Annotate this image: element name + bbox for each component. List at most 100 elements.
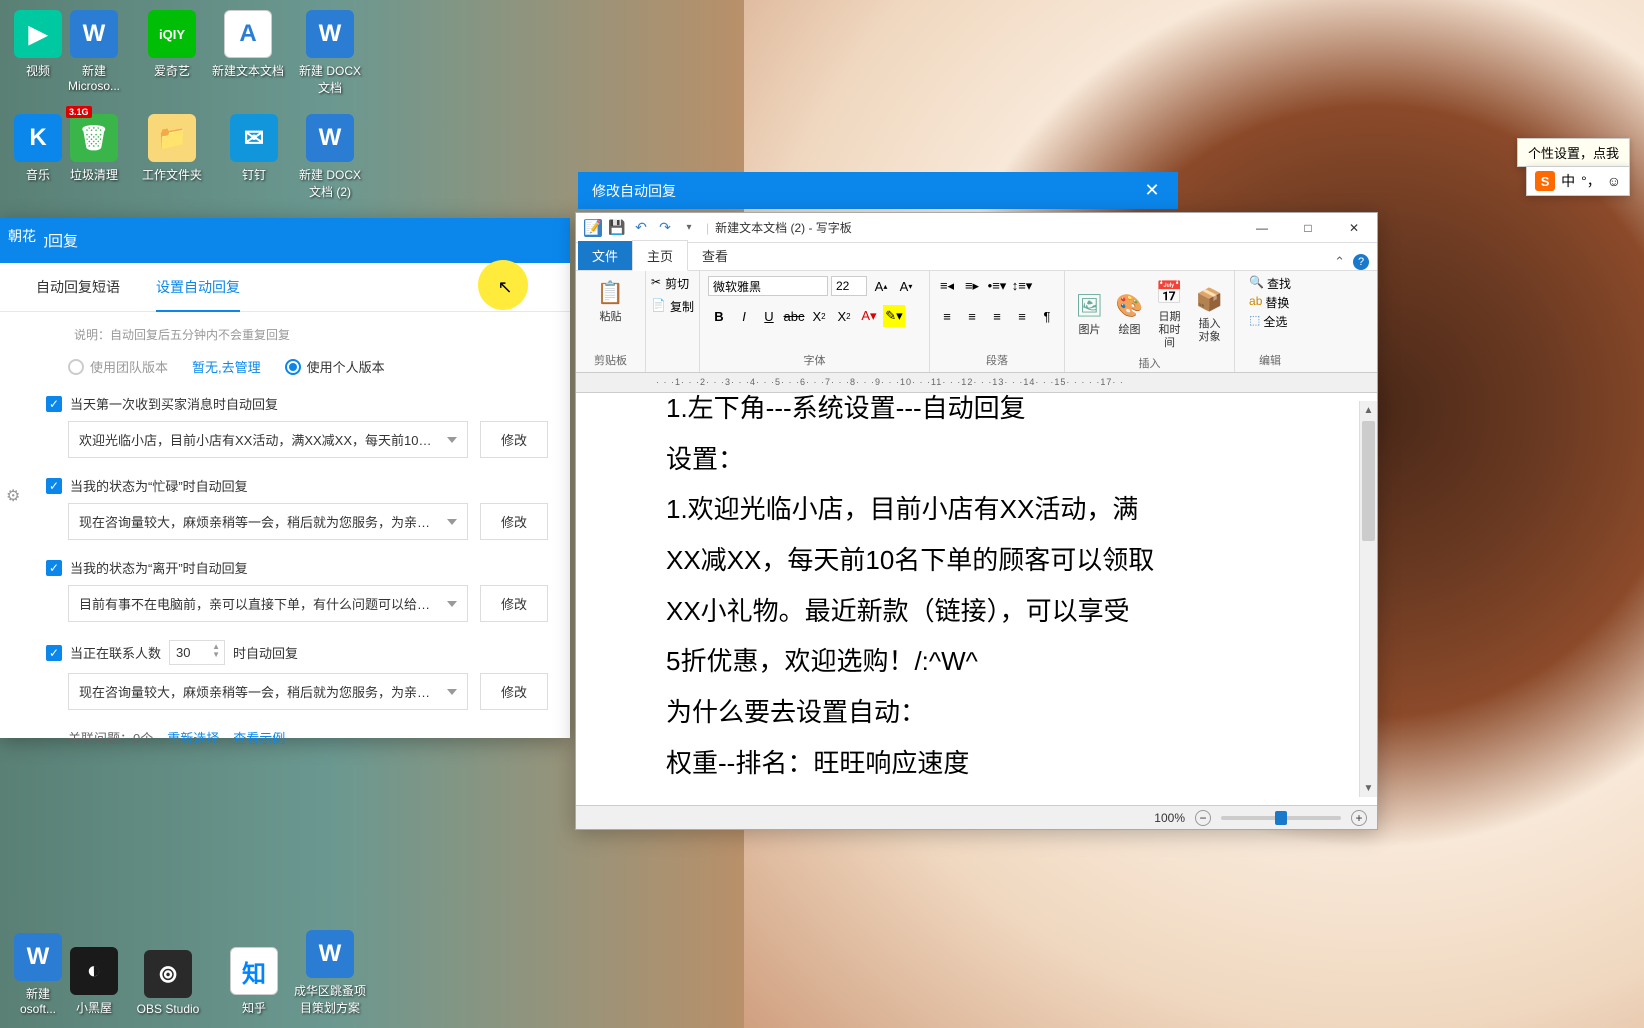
- minimize-button[interactable]: —: [1239, 213, 1285, 243]
- app-icon: 📝: [584, 219, 602, 237]
- shrink-font-icon[interactable]: A▾: [895, 275, 917, 297]
- link-manage-team[interactable]: 暂无,去管理: [192, 357, 261, 376]
- italic-button[interactable]: I: [733, 305, 755, 327]
- paste-button[interactable]: 📋 粘贴: [593, 275, 629, 326]
- ruler[interactable]: · · ·1· · ·2· · ·3· · ·4· · ·5· · ·6· · …: [576, 373, 1377, 393]
- help-icon[interactable]: ?: [1353, 254, 1369, 270]
- ime-punct-icon[interactable]: °，: [1581, 171, 1601, 191]
- radio-personal-version[interactable]: 使用个人版本: [285, 357, 385, 376]
- ime-emoji-icon[interactable]: ☺: [1607, 173, 1621, 189]
- align-right-icon[interactable]: ≡: [986, 305, 1008, 327]
- hint-text: 说明：自动回复后五分钟内不会重复回复: [74, 326, 552, 343]
- bullets-icon[interactable]: •≡▾: [986, 275, 1008, 297]
- checkbox-first-msg[interactable]: ✓当天第一次收到买家消息时自动回复: [46, 394, 552, 413]
- tab-settings[interactable]: 设置自动回复: [138, 263, 258, 311]
- checkbox-busy[interactable]: ✓当我的状态为“忙碌”时自动回复: [46, 476, 552, 495]
- ribbon-tab-view[interactable]: 查看: [688, 241, 742, 270]
- ime-lang[interactable]: 中: [1561, 171, 1575, 191]
- modify-dialog-title: 修改自动回复: [592, 181, 676, 201]
- modify-button-3[interactable]: 修改: [480, 585, 548, 622]
- close-button[interactable]: ✕: [1331, 213, 1377, 243]
- combo-first-msg[interactable]: 欢迎光临小店，目前小店有XX活动，满XX减XX，每天前10名下单: [68, 421, 468, 458]
- desktop-icon-blackroom[interactable]: ◐小黑屋: [56, 947, 132, 1016]
- copy-button[interactable]: 📄复制: [651, 298, 694, 315]
- decrease-indent-icon[interactable]: ≡◂: [936, 275, 958, 297]
- insert-paint-button[interactable]: 🎨绘图: [1112, 288, 1148, 339]
- line-spacing-icon[interactable]: ↕≡▾: [1011, 275, 1033, 297]
- justify-icon[interactable]: ≡: [1011, 305, 1033, 327]
- vertical-scrollbar[interactable]: ▲ ▼: [1359, 401, 1377, 797]
- insert-image-button[interactable]: 🖼图片: [1072, 288, 1108, 339]
- zoom-slider[interactable]: [1221, 816, 1341, 820]
- cut-button[interactable]: ✂剪切: [651, 275, 689, 292]
- group-label-font: 字体: [804, 352, 826, 368]
- combo-busy[interactable]: 现在咨询量较大，麻烦亲稍等一会，稍后就为您服务，为亲带来的: [68, 503, 468, 540]
- ribbon-collapse-icon[interactable]: ⌃: [1334, 254, 1345, 270]
- desktop-icon-docx2[interactable]: W新建 DOCX文档 (2): [292, 114, 368, 200]
- ribbon-tab-home[interactable]: 主页: [632, 240, 688, 271]
- desktop-icon-word-new[interactable]: W新建Microso...: [56, 10, 132, 93]
- document-area[interactable]: 1.左下角---系统设置---自动回复 设置： 1.欢迎光临小店，目前小店有XX…: [576, 393, 1377, 805]
- desktop-icon-workfolder[interactable]: 📁工作文件夹: [134, 114, 210, 183]
- replace-button[interactable]: ab替换: [1249, 294, 1289, 311]
- ime-toolbar[interactable]: S 中 °， ☺: [1526, 166, 1630, 196]
- redo-icon[interactable]: ↷: [656, 219, 674, 237]
- font-color-button[interactable]: A▾: [858, 305, 880, 327]
- desktop-icon-dingtalk[interactable]: ✉钉钉: [216, 114, 292, 183]
- wordpad-titlebar[interactable]: 📝 💾 ↶ ↷ ▾ | 新建文本文档 (2) - 写字板 — □ ✕: [576, 213, 1377, 243]
- scroll-down-icon[interactable]: ▼: [1360, 779, 1377, 797]
- font-size-input[interactable]: [831, 276, 867, 296]
- zoom-in-button[interactable]: +: [1351, 810, 1367, 826]
- maximize-button[interactable]: □: [1285, 213, 1331, 243]
- highlight-button[interactable]: ✎▾: [883, 305, 905, 327]
- checkbox-contact-count[interactable]: ✓ 当正在联系人数 30▲▼ 时自动回复: [46, 640, 552, 665]
- paragraph-icon[interactable]: ¶: [1036, 305, 1058, 327]
- font-name-input[interactable]: [708, 276, 828, 296]
- modify-button-2[interactable]: 修改: [480, 503, 548, 540]
- desktop-icon-cleaner[interactable]: 🗑3.1G垃圾清理: [56, 114, 132, 183]
- close-icon[interactable]: ✕: [1140, 179, 1164, 203]
- document-content[interactable]: 1.左下角---系统设置---自动回复 设置： 1.欢迎光临小店，目前小店有XX…: [666, 401, 1154, 797]
- link-example[interactable]: 查看示例: [233, 728, 285, 747]
- undo-icon[interactable]: ↶: [632, 219, 650, 237]
- combo-contact-count[interactable]: 现在咨询量较大，麻烦亲稍等一会，稍后就为您服务，为亲带来的: [68, 673, 468, 710]
- search-icon: 🔍: [1249, 275, 1264, 292]
- desktop-icon-obs[interactable]: ⊚OBS Studio: [130, 950, 206, 1016]
- checkbox-away[interactable]: ✓当我的状态为“离开”时自动回复: [46, 558, 552, 577]
- insert-object-button[interactable]: 📦插入对象: [1192, 282, 1228, 346]
- selectall-icon: ⬚: [1249, 313, 1260, 330]
- subscript-button[interactable]: X2: [808, 305, 830, 327]
- find-button[interactable]: 🔍查找: [1249, 275, 1291, 292]
- sogou-icon[interactable]: S: [1535, 171, 1555, 191]
- bold-button[interactable]: B: [708, 305, 730, 327]
- gear-icon[interactable]: ⚙: [6, 486, 20, 506]
- superscript-button[interactable]: X2: [833, 305, 855, 327]
- desktop-icon-textdoc[interactable]: A新建文本文档: [210, 10, 286, 79]
- underline-button[interactable]: U: [758, 305, 780, 327]
- modify-button-1[interactable]: 修改: [480, 421, 548, 458]
- desktop-icon-zhihu[interactable]: 知知乎: [216, 947, 292, 1016]
- desktop-icon-docx[interactable]: W新建 DOCX文档: [292, 10, 368, 96]
- wordpad-window: 📝 💾 ↶ ↷ ▾ | 新建文本文档 (2) - 写字板 — □ ✕ 文件 主页…: [575, 212, 1378, 830]
- link-reselect[interactable]: 重新选择: [167, 728, 219, 747]
- tooltip-personalize: 个性设置，点我: [1517, 138, 1630, 167]
- tab-phrases[interactable]: 自动回复短语: [18, 263, 138, 311]
- grow-font-icon[interactable]: A▴: [870, 275, 892, 297]
- selectall-button[interactable]: ⬚全选: [1249, 313, 1287, 330]
- contact-count-input[interactable]: 30▲▼: [169, 640, 225, 665]
- zoom-out-button[interactable]: −: [1195, 810, 1211, 826]
- desktop-icon-iqiyi[interactable]: iQIY爱奇艺: [134, 10, 210, 79]
- strike-button[interactable]: abc: [783, 305, 805, 327]
- align-center-icon[interactable]: ≡: [961, 305, 983, 327]
- save-icon[interactable]: 💾: [608, 219, 626, 237]
- increase-indent-icon[interactable]: ≡▸: [961, 275, 983, 297]
- desktop-icon-plan[interactable]: W成华区跳蚤项目策划方案: [292, 930, 368, 1016]
- modify-button-4[interactable]: 修改: [480, 673, 548, 710]
- qat-dropdown-icon[interactable]: ▾: [680, 219, 698, 237]
- insert-datetime-button[interactable]: 📅日期和时间: [1152, 275, 1188, 353]
- scroll-up-icon[interactable]: ▲: [1360, 401, 1377, 419]
- ribbon-tab-file[interactable]: 文件: [578, 241, 632, 270]
- align-left-icon[interactable]: ≡: [936, 305, 958, 327]
- combo-away[interactable]: 目前有事不在电脑前，亲可以直接下单，有什么问题可以给我留言: [68, 585, 468, 622]
- radio-team-version[interactable]: 使用团队版本: [68, 357, 168, 376]
